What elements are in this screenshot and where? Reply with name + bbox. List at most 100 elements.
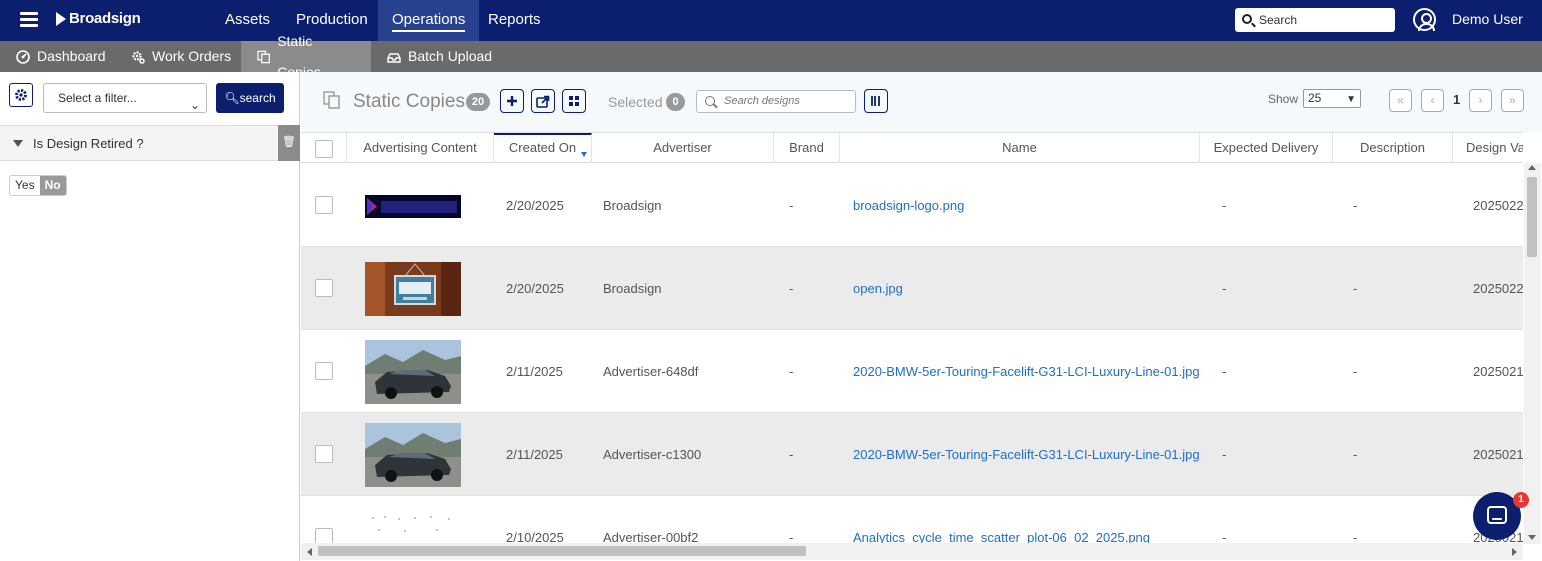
brand-cell: - [789, 364, 794, 379]
design-name-link[interactable]: open.jpg [853, 247, 903, 330]
car-thumbnail[interactable] [365, 423, 461, 487]
row-checkbox[interactable] [315, 445, 333, 463]
description-cell: - [1353, 530, 1358, 544]
advertiser-cell: Advertiser-648df [603, 364, 699, 379]
design-name-link[interactable]: 2020-BMW-5er-Touring-Facelift-G31-LCI-Lu… [853, 330, 1200, 413]
global-search-input[interactable]: Search [1235, 8, 1395, 32]
design-name-link[interactable]: broadsign-logo.png [853, 164, 964, 247]
design-name-link[interactable]: Analytics_cycle_time_scatter_plot-06_02_… [853, 496, 1150, 544]
car-thumbnail[interactable] [365, 340, 461, 404]
last-page-button[interactable]: » [1501, 89, 1524, 112]
scroll-up-arrow[interactable] [1528, 165, 1536, 170]
static-copies-toolbar: Static Copies 20 Selected 0 Search desig… [301, 72, 1542, 132]
table-header: Advertising Content Created On Advertise… [301, 133, 1523, 163]
expected-delivery-cell: - [1222, 281, 1227, 296]
upload-tray-icon [387, 52, 401, 63]
chevron-down-icon: ⌄ [189, 98, 200, 112]
main-content: Static Copies 20 Selected 0 Search desig… [301, 72, 1542, 561]
col-brand[interactable]: Brand [774, 133, 840, 163]
description-cell: - [1353, 198, 1358, 213]
user-name[interactable]: Demo User [1452, 11, 1523, 27]
col-advertising-content[interactable]: Advertising Content [347, 133, 494, 163]
design-name-link[interactable]: 2020-BMW-5er-Touring-Facelift-G31-LCI-Lu… [853, 413, 1200, 496]
row-checkbox[interactable] [315, 196, 333, 214]
nav-reports[interactable]: Reports [474, 0, 555, 41]
open-sign-thumbnail[interactable] [365, 262, 461, 316]
scatter-plot-thumbnail[interactable] [365, 514, 461, 544]
description-cell: - [1353, 447, 1358, 462]
col-description[interactable]: Description [1333, 133, 1453, 163]
table-row[interactable]: 2/20/2025 Broadsign - broadsign-logo.png… [301, 164, 1523, 247]
user-avatar-icon[interactable] [1413, 8, 1436, 31]
row-checkbox[interactable] [315, 279, 333, 297]
export-button[interactable] [531, 89, 555, 113]
search-icon [1242, 14, 1252, 24]
scroll-right-arrow[interactable] [1512, 548, 1517, 556]
grid-view-button[interactable] [562, 89, 586, 113]
chevron-down-icon: ▼ [1346, 94, 1356, 105]
row-checkbox[interactable] [315, 528, 333, 544]
brand-cell: - [789, 530, 794, 544]
filter-search-button[interactable]: 🔍︎search [216, 83, 284, 113]
chat-bubble-icon [1487, 506, 1507, 524]
selected-label: Selected [608, 94, 663, 110]
subnav-dashboard[interactable]: Dashboard [0, 41, 122, 72]
brand-cell: - [789, 198, 794, 213]
first-page-button[interactable]: « [1389, 89, 1412, 112]
filter-is-design-retired[interactable]: Is Design Retired ? 🗑︎ [0, 125, 300, 161]
created-on-cell: 2/11/2025 [506, 447, 563, 462]
toggle-yes[interactable]: Yes [10, 176, 40, 195]
created-on-cell: 2/20/2025 [506, 198, 564, 213]
top-navbar: Broadsign Assets Production Operations R… [0, 0, 1542, 41]
table-row[interactable]: 2/20/2025 Broadsign - open.jpg - - 20250… [301, 247, 1523, 330]
scroll-left-arrow[interactable] [307, 548, 312, 556]
select-all-checkbox[interactable] [315, 140, 333, 158]
col-expected-delivery[interactable]: Expected Delivery [1200, 133, 1333, 163]
vertical-scrollbar[interactable] [1524, 163, 1541, 544]
col-design-valid[interactable]: Design Va [1453, 133, 1523, 163]
gear-icon [15, 89, 27, 101]
nav-assets[interactable]: Assets [211, 0, 284, 41]
row-checkbox[interactable] [315, 362, 333, 380]
page-size-select[interactable]: 25 ▼ [1303, 89, 1361, 108]
car-image [365, 423, 461, 487]
table-row[interactable]: 2/11/2025 Advertiser-648df - 2020-BMW-5e… [301, 330, 1523, 413]
scroll-down-arrow[interactable] [1528, 535, 1536, 540]
design-search-input[interactable]: Search designs [696, 90, 856, 113]
vertical-scroll-thumb[interactable] [1527, 177, 1537, 257]
subnav-work-orders[interactable]: Work Orders [115, 41, 247, 72]
design-valid-cell: 2025022( [1473, 198, 1523, 213]
add-design-button[interactable] [500, 89, 524, 113]
logo-play-icon [56, 11, 66, 26]
col-created-on[interactable]: Created On [494, 133, 592, 163]
nav-operations[interactable]: Operations [378, 0, 480, 41]
trash-icon[interactable]: 🗑︎ [278, 125, 300, 161]
selected-count-badge: 0 [666, 93, 685, 111]
col-advertiser[interactable]: Advertiser [592, 133, 774, 163]
horizontal-scroll-thumb[interactable] [318, 546, 806, 556]
current-page: 1 [1453, 92, 1461, 107]
search-icon [705, 96, 715, 106]
next-page-button[interactable]: › [1469, 89, 1492, 112]
prev-page-button[interactable]: ‹ [1421, 89, 1444, 112]
created-on-cell: 2/10/2025 [506, 530, 564, 544]
copy-icon [323, 91, 340, 109]
table-row[interactable]: 2/10/2025 Advertiser-00bf2 - Analytics_c… [301, 496, 1523, 544]
collapse-triangle-icon[interactable] [13, 140, 23, 147]
table-row[interactable]: 2/11/2025 Advertiser-c1300 - 2020-BMW-5e… [301, 413, 1523, 496]
show-label: Show [1268, 92, 1299, 106]
yes-no-toggle[interactable]: Yes No [9, 175, 67, 196]
columns-button[interactable] [864, 89, 888, 113]
hamburger-menu-icon[interactable] [20, 12, 38, 27]
copy-icon [257, 50, 270, 63]
filter-select[interactable]: Select a filter... ⌄ [43, 83, 207, 113]
filter-settings-button[interactable] [9, 83, 33, 107]
toggle-no[interactable]: No [39, 176, 66, 195]
subnav-batch-upload[interactable]: Batch Upload [371, 41, 508, 72]
broadsign-logo[interactable]: Broadsign [56, 10, 141, 27]
horizontal-scrollbar[interactable] [301, 543, 1523, 560]
created-on-cell: 2/20/2025 [506, 281, 564, 296]
subnav-static-copies[interactable]: Static Copies [241, 33, 371, 80]
col-name[interactable]: Name [840, 133, 1200, 163]
broadsign-logo-thumbnail[interactable] [365, 195, 461, 218]
